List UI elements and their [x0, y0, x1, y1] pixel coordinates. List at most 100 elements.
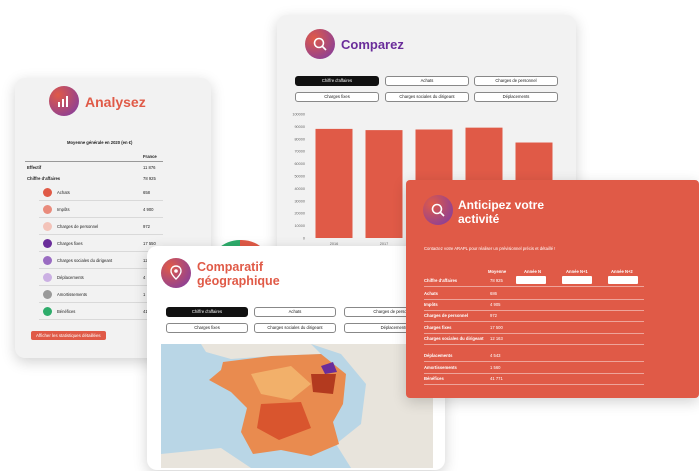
- land-spain: [161, 448, 251, 468]
- input-annee-n1[interactable]: [562, 276, 592, 284]
- anticipez-title-line2: activité: [458, 212, 500, 226]
- forecast-label: Chiffre d'affaires: [424, 278, 458, 283]
- geo-logo: [161, 258, 191, 288]
- ca-label: Chiffre d'affaires: [27, 176, 61, 181]
- breakdown-value: 4 900: [143, 207, 154, 212]
- bar: [315, 128, 353, 238]
- forecast-divider: [424, 361, 644, 362]
- pill-charges-personnel[interactable]: Charges de personnel: [474, 76, 558, 86]
- ca-value: 78 925: [143, 176, 156, 181]
- legend-dot: [43, 273, 52, 282]
- y-tick-label: 100000: [292, 113, 305, 117]
- row-divider: [39, 200, 163, 201]
- breakdown-label: Charges sociales du dirigeant: [57, 258, 113, 263]
- breakdown-label: Amortissements: [57, 292, 88, 297]
- y-tick-label: 20000: [294, 212, 305, 216]
- legend-dot: [43, 256, 52, 265]
- geo-card: Comparatif géographique Chiffre d'affair…: [147, 246, 445, 470]
- forecast-value: 41 771: [490, 376, 503, 381]
- legend-dot: [43, 239, 52, 248]
- forecast-divider: [424, 373, 644, 374]
- comparez-title: Comparez: [341, 37, 404, 52]
- legend-dot: [43, 290, 52, 299]
- forecast-label: Charges sociales du dirigeant: [424, 336, 484, 341]
- y-tick-label: 80000: [294, 137, 305, 141]
- analysez-logo: [49, 86, 79, 116]
- bar: [365, 130, 403, 238]
- legend-dot: [43, 205, 52, 214]
- magnifier-icon: [431, 203, 445, 217]
- comparez-logo: [305, 29, 335, 59]
- geo-pill-charges-fixes[interactable]: Charges fixes: [166, 323, 248, 333]
- anticipez-title-line1: Anticipez votre: [458, 198, 545, 212]
- anticipez-card: Anticipez votre activité Contactez votre…: [406, 180, 699, 398]
- forecast-value: 686: [490, 291, 497, 296]
- show-stats-button[interactable]: Afficher les statistiques détaillées: [31, 331, 106, 340]
- y-tick-label: 50000: [294, 175, 305, 179]
- pill-charges-sociales[interactable]: Charges sociales du dirigeant: [385, 92, 469, 102]
- table-caption: Moyenne générale en 2020 (en €): [67, 140, 133, 145]
- forecast-value: 1 560: [490, 365, 501, 370]
- pill-deplacements[interactable]: Déplacements: [474, 92, 558, 102]
- input-annee-n2[interactable]: [608, 276, 638, 284]
- map[interactable]: [161, 344, 433, 468]
- france-map: [161, 344, 433, 468]
- breakdown-label: Charges fixes: [57, 241, 83, 246]
- breakdown-value: 1: [143, 292, 146, 297]
- chart-icon: [58, 96, 68, 107]
- row-divider: [39, 302, 163, 303]
- divider: [25, 161, 163, 162]
- y-tick-label: 90000: [294, 125, 305, 129]
- header-annee-n2: Année N+2: [611, 269, 633, 274]
- forecast-divider: [424, 344, 644, 345]
- row-divider: [39, 268, 163, 269]
- forecast-label: Impôts: [424, 302, 438, 307]
- forecast-divider: [424, 321, 644, 322]
- pill-chiffre-affaires[interactable]: Chiffre d'affaires: [295, 76, 379, 86]
- forecast-divider: [424, 310, 644, 311]
- region-east: [311, 374, 336, 394]
- effectif-value: 11 876: [143, 165, 156, 170]
- forecast-label: Achats: [424, 291, 438, 296]
- header-moyenne: Moyenne: [488, 269, 507, 274]
- legend-dot: [43, 222, 52, 231]
- breakdown-value: 4: [143, 275, 146, 280]
- forecast-value: 78 925: [490, 278, 503, 283]
- forecast-divider: [424, 333, 644, 334]
- geo-pill-achats[interactable]: Achats: [254, 307, 336, 317]
- geo-title-line1: Comparatif: [197, 260, 263, 274]
- forecast-divider: [424, 384, 644, 385]
- breakdown-label: Achats: [57, 190, 70, 195]
- header-annee-n1: Année N+1: [566, 269, 588, 274]
- col-header-france: France: [143, 154, 157, 159]
- geo-pill-chiffre-affaires[interactable]: Chiffre d'affaires: [166, 307, 248, 317]
- row-divider: [39, 217, 163, 218]
- y-tick-label: 0: [303, 237, 305, 241]
- forecast-label: Déplacements: [424, 353, 453, 358]
- anticipez-logo: [423, 195, 453, 225]
- breakdown-label: Impôts: [57, 207, 70, 212]
- forecast-value: 12 163: [490, 336, 503, 341]
- y-tick-label: 70000: [294, 150, 305, 154]
- row-divider: [39, 234, 163, 235]
- y-tick-label: 10000: [294, 224, 305, 228]
- effectif-label: Effectif: [27, 165, 42, 170]
- location-pin-icon: [170, 265, 182, 280]
- y-tick-label: 40000: [294, 187, 305, 191]
- forecast-divider: [424, 299, 644, 300]
- legend-dot: [43, 188, 52, 197]
- pill-achats[interactable]: Achats: [385, 76, 469, 86]
- breakdown-label: Déplacements: [57, 275, 84, 280]
- forecast-value: 4 543: [490, 353, 501, 358]
- row-divider: [39, 251, 163, 252]
- forecast-value: 17 500: [490, 325, 503, 330]
- y-tick-label: 30000: [294, 199, 305, 203]
- geo-title-line2: géographique: [197, 274, 280, 288]
- geo-pill-charges-sociales[interactable]: Charges sociales du dirigeant: [254, 323, 336, 333]
- breakdown-label: Charges de personnel: [57, 224, 99, 229]
- input-annee-n[interactable]: [516, 276, 546, 284]
- forecast-value: 4 905: [490, 302, 501, 307]
- pill-charges-fixes[interactable]: Charges fixes: [295, 92, 379, 102]
- magnifier-icon: [313, 37, 327, 51]
- forecast-label: Amortissements: [424, 365, 457, 370]
